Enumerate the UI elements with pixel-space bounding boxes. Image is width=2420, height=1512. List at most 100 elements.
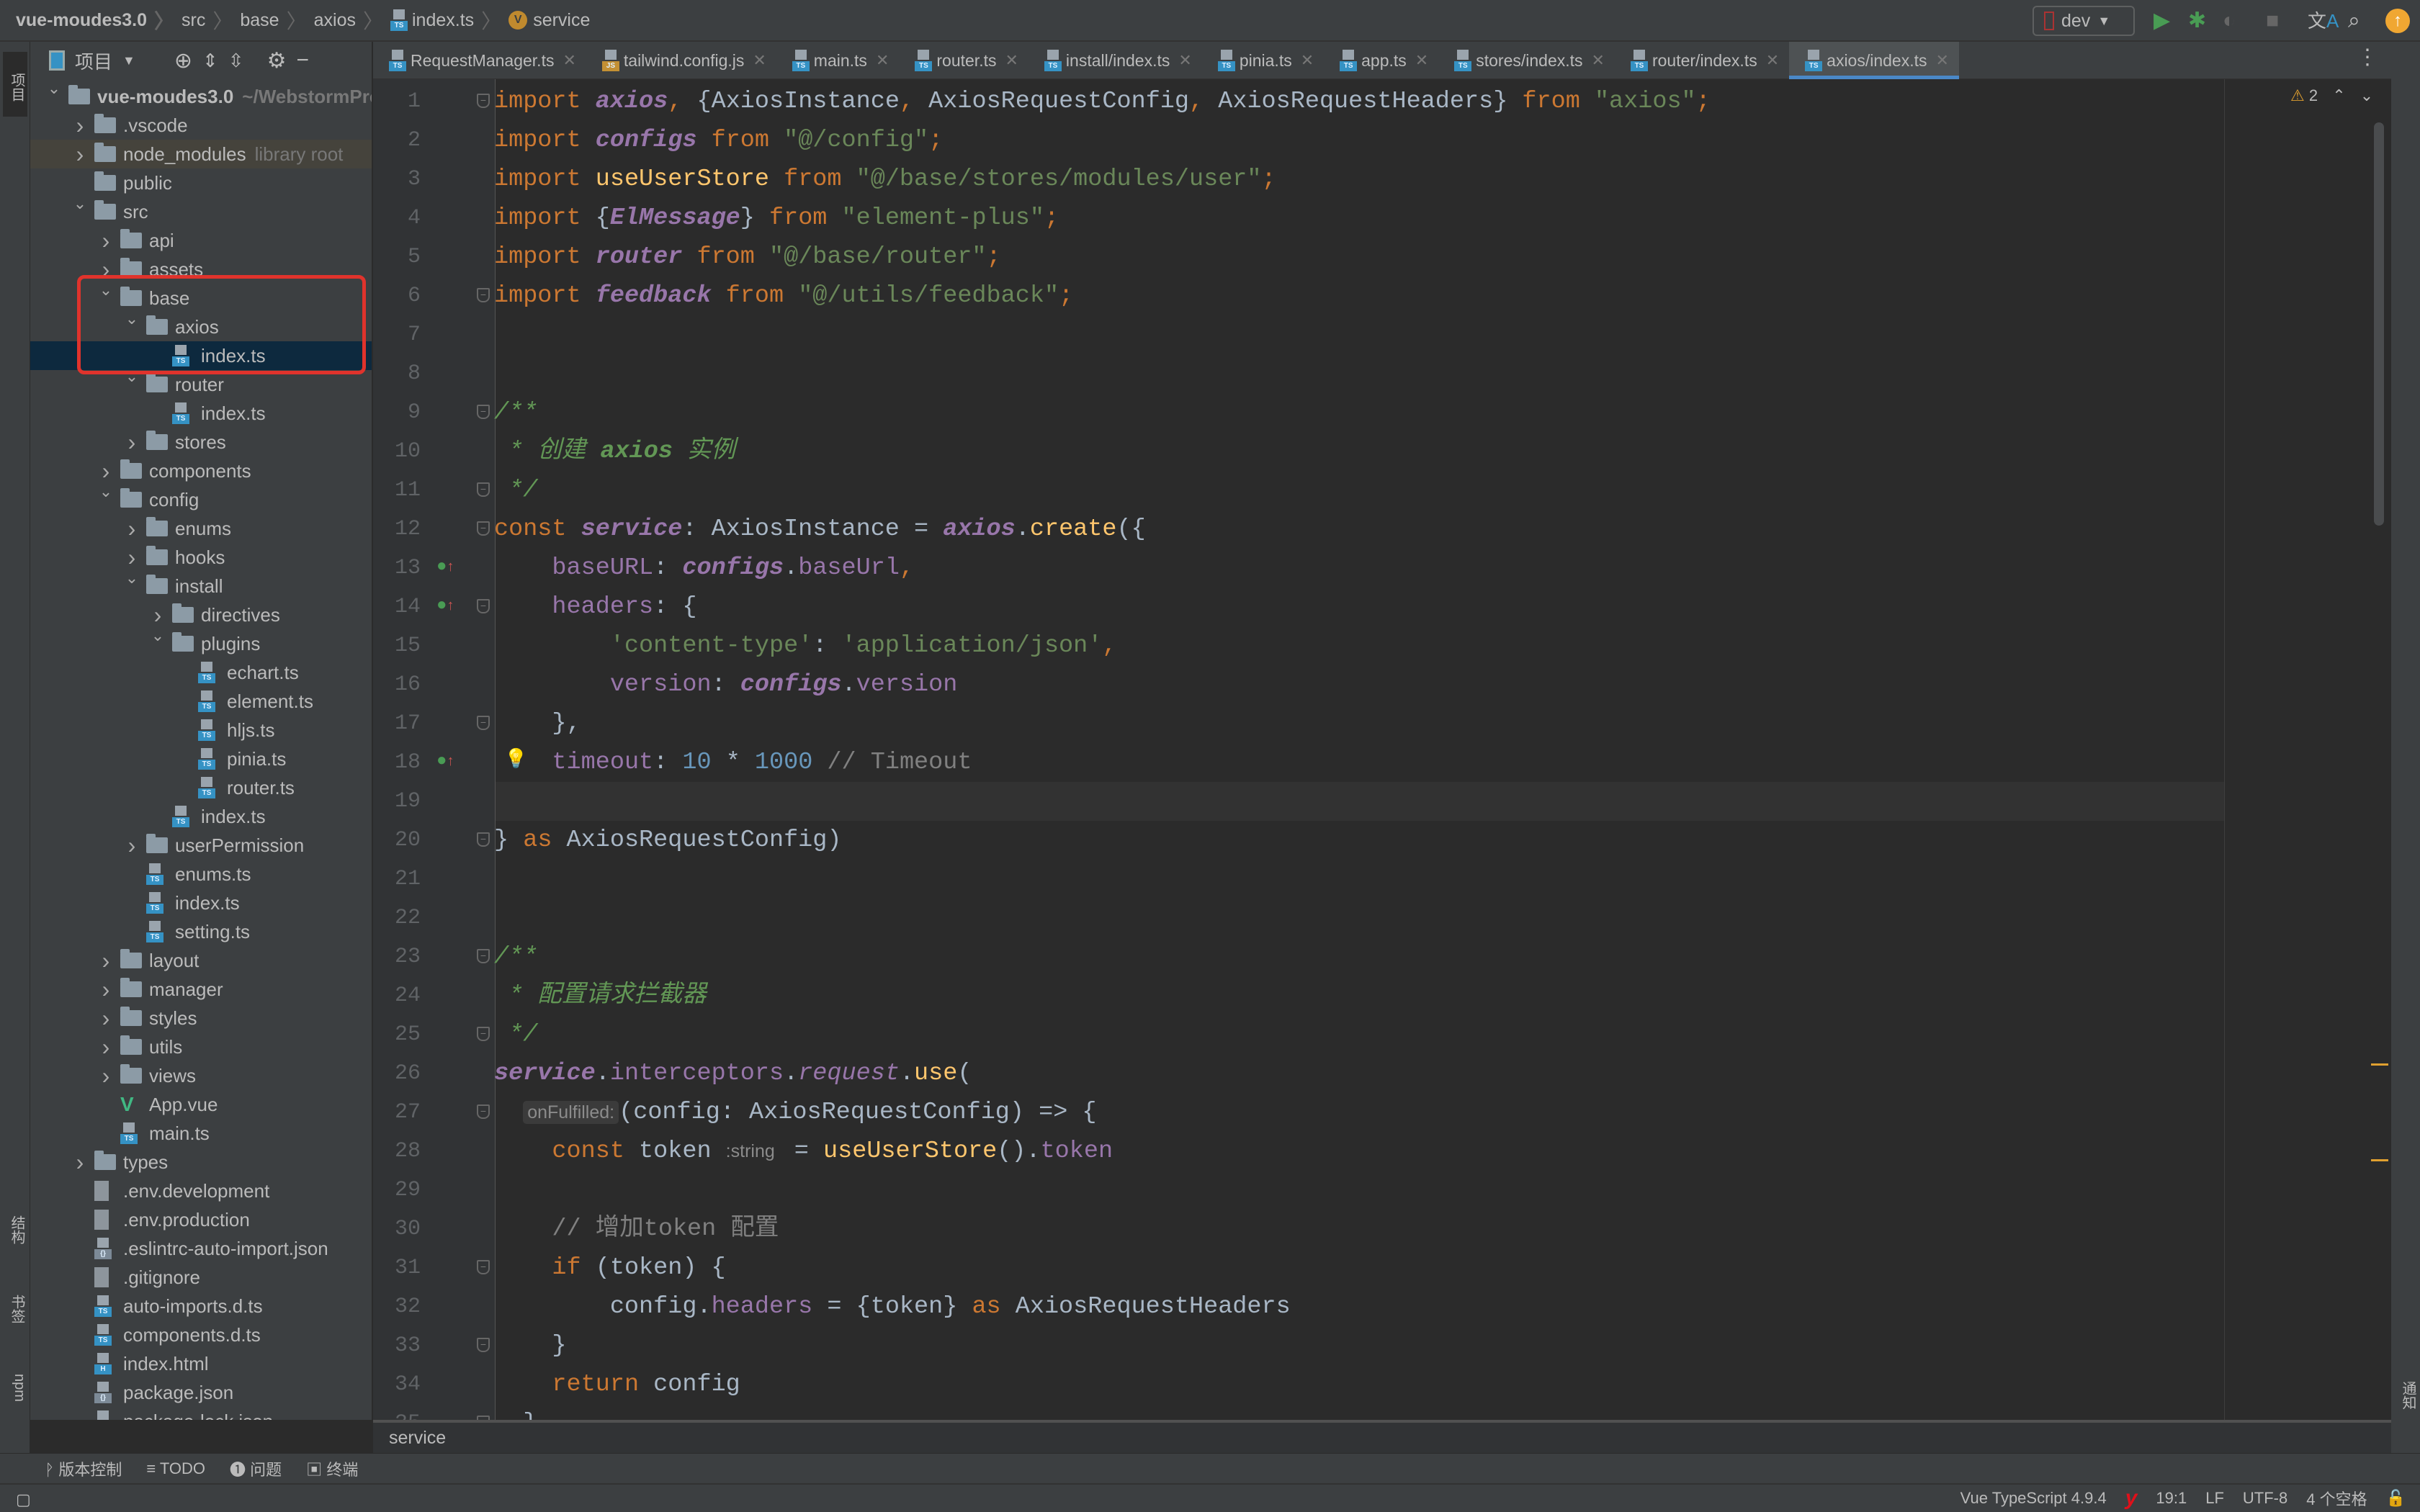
chevron-right-icon[interactable]: › xyxy=(125,429,139,456)
breadcrumb-item[interactable]: axios 〉 xyxy=(314,6,390,35)
tree-item[interactable]: TS index.ts xyxy=(30,399,372,428)
tool-project[interactable]: 项目 xyxy=(3,52,27,117)
chevron-down-icon[interactable]: ▼ xyxy=(122,53,135,68)
chevron-right-icon[interactable]: › xyxy=(99,948,113,974)
breadcrumb-item[interactable]: Vservice xyxy=(508,10,590,31)
tree-item[interactable]: › node_modules library root xyxy=(30,140,372,168)
warning-marker[interactable] xyxy=(2371,1159,2388,1161)
chevron-right-icon[interactable]: › xyxy=(99,458,113,485)
stop-icon[interactable]: ■ xyxy=(2266,7,2279,35)
tree-item[interactable]: {} .eslintrc-auto-import.json xyxy=(30,1234,372,1263)
file-encoding[interactable]: UTF-8 xyxy=(2243,1489,2287,1508)
chevron-down-icon[interactable]: ⌄ xyxy=(2360,86,2373,104)
close-icon[interactable]: ✕ xyxy=(753,51,766,70)
language-service[interactable]: Vue TypeScript 4.9.4 xyxy=(1960,1489,2107,1508)
chevron-right-icon[interactable]: › xyxy=(99,976,113,1003)
editor-breadcrumb[interactable]: service xyxy=(373,1420,2391,1453)
tree-item[interactable]: ⌄ config xyxy=(30,482,372,514)
indent-setting[interactable]: 4 个空格 xyxy=(2306,1487,2367,1510)
fold-close-icon[interactable]: − xyxy=(477,1338,490,1352)
fold-open-icon[interactable]: − xyxy=(477,521,490,536)
close-icon[interactable]: ✕ xyxy=(876,51,889,70)
tree-item[interactable]: TS components.d.ts xyxy=(30,1320,372,1349)
tree-item[interactable]: › enums xyxy=(30,514,372,543)
tree-item[interactable]: TS auto-imports.d.ts xyxy=(30,1292,372,1320)
tree-item[interactable]: .env.production xyxy=(30,1205,372,1234)
tab-router-index-ts[interactable]: TS router/index.ts ✕ xyxy=(1615,42,1789,79)
tab-main-ts[interactable]: TS main.ts ✕ xyxy=(776,42,900,79)
chevron-right-icon[interactable]: › xyxy=(73,112,87,139)
gear-icon[interactable]: ⚙ xyxy=(267,48,287,73)
search-icon[interactable]: ⌕ xyxy=(2348,7,2360,35)
tree-item[interactable]: TS element.ts xyxy=(30,687,372,716)
override-icon[interactable]: ●↑ xyxy=(436,750,458,772)
tool-problems[interactable]: ❶ 问题 xyxy=(230,1457,282,1480)
fold-close-icon[interactable]: − xyxy=(477,1027,490,1041)
close-icon[interactable]: ✕ xyxy=(1301,51,1314,70)
tree-item[interactable]: › directives xyxy=(30,600,372,629)
tree-item[interactable]: .gitignore xyxy=(30,1263,372,1292)
chevron-right-icon[interactable]: › xyxy=(151,602,165,629)
tree-item[interactable]: public xyxy=(30,168,372,197)
tree-item[interactable]: › stores xyxy=(30,428,372,456)
tool-structure[interactable]: 结构 xyxy=(3,1215,27,1244)
tab-stores-index-ts[interactable]: TS stores/index.ts ✕ xyxy=(1438,42,1615,79)
close-icon[interactable]: ✕ xyxy=(1178,51,1191,70)
chevron-right-icon[interactable]: › xyxy=(125,832,139,859)
tab-install-index-ts[interactable]: TS install/index.ts ✕ xyxy=(1028,42,1202,79)
tree-item[interactable]: TS main.ts xyxy=(30,1119,372,1148)
chevron-right-icon[interactable]: › xyxy=(73,141,87,168)
tree-item[interactable]: ⌄ plugins xyxy=(30,626,372,658)
fold-open-icon[interactable]: − xyxy=(477,599,490,613)
tree-item[interactable]: V App.vue xyxy=(30,1090,372,1119)
override-icon[interactable]: ●↑ xyxy=(436,595,458,616)
lightbulb-icon[interactable]: 💡 xyxy=(504,747,527,770)
tree-item[interactable]: TS hljs.ts xyxy=(30,716,372,744)
close-icon[interactable]: ✕ xyxy=(1766,51,1779,70)
close-icon[interactable]: ✕ xyxy=(1005,51,1018,70)
tree-item[interactable]: ⌄ vue-moudes3.0 ~/WebstormPro xyxy=(30,79,372,111)
tree-item[interactable]: TS index.ts xyxy=(30,888,372,917)
fold-close-icon[interactable]: − xyxy=(477,482,490,497)
fold-close-icon[interactable]: − xyxy=(477,716,490,730)
tree-item[interactable]: › manager xyxy=(30,975,372,1004)
project-view-select[interactable]: 项目 xyxy=(75,48,112,74)
tab-axios-index-ts[interactable]: TS axios/index.ts ✕ xyxy=(1789,42,1959,79)
run-icon[interactable]: ▶ xyxy=(2154,7,2170,35)
inspection-widget[interactable]: ⚠ 2 ⌃ ⌄ xyxy=(2290,86,2373,105)
plugin-icon[interactable]: y xyxy=(2125,1486,2138,1511)
hide-icon[interactable]: − xyxy=(296,48,309,73)
lock-icon[interactable]: 🔓 xyxy=(2386,1489,2406,1508)
tree-item[interactable]: TS pinia.ts xyxy=(30,744,372,773)
fold-open-icon[interactable]: − xyxy=(477,1260,490,1274)
collapse-all-icon[interactable]: ⇳ xyxy=(228,50,244,72)
close-icon[interactable]: ✕ xyxy=(1592,51,1605,70)
fold-open-icon[interactable]: − xyxy=(477,405,490,419)
tree-item[interactable]: › userPermission xyxy=(30,831,372,860)
coverage-icon[interactable]: ◐ xyxy=(2223,7,2236,35)
tool-notifications[interactable]: 通知 xyxy=(2394,1381,2419,1410)
expand-all-icon[interactable]: ⇕ xyxy=(202,50,218,72)
fold-close-icon[interactable]: − xyxy=(477,288,490,302)
tool-npm[interactable]: npm xyxy=(3,1374,27,1402)
breadcrumb-item[interactable]: base 〉 xyxy=(240,6,313,35)
tool-vcs[interactable]: ᚹ 版本控制 xyxy=(45,1457,122,1480)
fold-open-icon[interactable]: − xyxy=(477,94,490,108)
tree-item[interactable]: › utils xyxy=(30,1032,372,1061)
layout-icon[interactable]: ▢ xyxy=(16,1490,31,1509)
line-separator[interactable]: LF xyxy=(2205,1489,2224,1508)
close-icon[interactable]: ✕ xyxy=(563,51,575,70)
tree-item[interactable]: .env.development xyxy=(30,1176,372,1205)
warning-marker[interactable] xyxy=(2371,1063,2388,1066)
chevron-down-icon[interactable]: ⌄ xyxy=(125,569,139,588)
chevron-right-icon[interactable]: › xyxy=(125,516,139,542)
tree-item[interactable]: › api xyxy=(30,226,372,255)
tree-item[interactable]: ⌄ install xyxy=(30,569,372,600)
tool-todo[interactable]: ≡ TODO xyxy=(146,1459,205,1478)
locate-icon[interactable]: ⊕ xyxy=(174,48,192,73)
chevron-down-icon[interactable]: ⌄ xyxy=(73,194,87,213)
tree-item[interactable]: › .vscode xyxy=(30,111,372,140)
update-icon[interactable]: ↑ xyxy=(2385,9,2410,33)
chevron-up-icon[interactable]: ⌃ xyxy=(2332,86,2345,104)
more-tabs-icon[interactable]: ⋮ xyxy=(2357,45,2378,70)
